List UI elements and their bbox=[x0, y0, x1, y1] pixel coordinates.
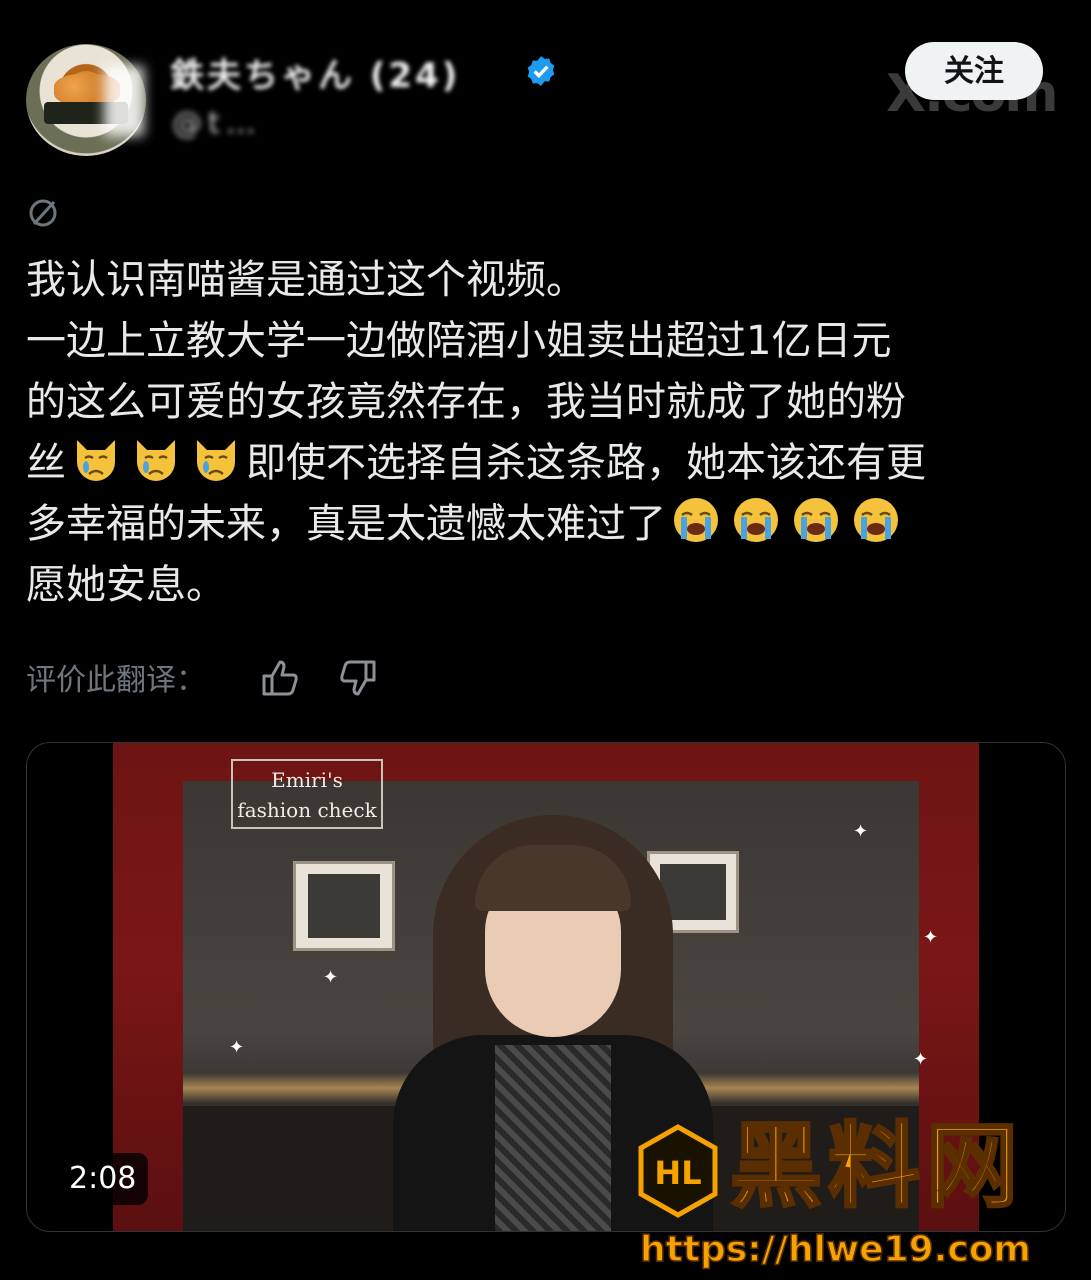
sparkle-icon: ✦ bbox=[853, 821, 869, 842]
crying-cat-emoji bbox=[77, 440, 115, 481]
display-name[interactable]: 鉄夫ちゃん (24) bbox=[170, 48, 460, 97]
video-duration: 2:08 bbox=[57, 1153, 149, 1205]
site-watermark-brand: 黑料网 bbox=[728, 1112, 1025, 1222]
post-text: 我认识南喵酱是通过这个视频。 一边上立教大学一边做陪酒小姐卖出超过1亿日元 的这… bbox=[26, 250, 1076, 616]
rate-translation-label: 评价此翻译： bbox=[26, 663, 206, 698]
thumbs-down-icon[interactable] bbox=[336, 656, 380, 700]
sparkle-icon: ✦ bbox=[923, 927, 939, 948]
overlay-label-line: fashion check bbox=[237, 798, 377, 822]
post-line: 我认识南喵酱是通过这个视频。 bbox=[26, 257, 586, 303]
translate-globe-icon[interactable] bbox=[26, 196, 60, 230]
post-line: 的这么可爱的女孩竟然存在，我当时就成了她的粉 bbox=[26, 379, 906, 425]
post-text-segment: 丝 bbox=[26, 440, 66, 486]
sparkle-icon: ✦ bbox=[229, 1037, 245, 1058]
loudly-crying-emoji bbox=[734, 498, 778, 542]
logo-text: HL bbox=[654, 1154, 701, 1192]
overlay-label-line: Emiri's bbox=[271, 768, 343, 792]
post-text-segment: 多幸福的未来，真是太遗憾太难过了 bbox=[26, 501, 666, 547]
sparkle-icon: ✦ bbox=[913, 1049, 929, 1070]
sparkle-icon: ✦ bbox=[323, 967, 339, 988]
loudly-crying-emoji bbox=[794, 498, 838, 542]
video-overlay-label: Emiri's fashion check bbox=[231, 759, 383, 829]
follow-button[interactable]: 关注 bbox=[905, 42, 1043, 100]
post-text-segment: 即使不选择自杀这条路，她本该还有更 bbox=[246, 440, 926, 486]
user-handle[interactable]: @t… bbox=[172, 106, 262, 141]
loudly-crying-emoji bbox=[674, 498, 718, 542]
crying-cat-emoji bbox=[137, 440, 175, 481]
hl-logo-icon: HL bbox=[638, 1124, 718, 1218]
post-line: 丝 即使不选择自杀这条路，她本该还有更 bbox=[26, 433, 1076, 494]
site-watermark-url: https://hlwe19.com bbox=[639, 1228, 1031, 1271]
redaction-mark bbox=[104, 66, 144, 136]
loudly-crying-emoji bbox=[854, 498, 898, 542]
post-line: 愿她安息。 bbox=[26, 562, 226, 608]
post-line: 一边上立教大学一边做陪酒小姐卖出超过1亿日元 bbox=[26, 318, 892, 364]
crying-cat-emoji bbox=[197, 440, 235, 481]
post-line: 多幸福的未来，真是太遗憾太难过了 bbox=[26, 494, 1076, 555]
thumbs-up-icon[interactable] bbox=[258, 656, 302, 700]
verified-badge-icon bbox=[527, 56, 555, 86]
